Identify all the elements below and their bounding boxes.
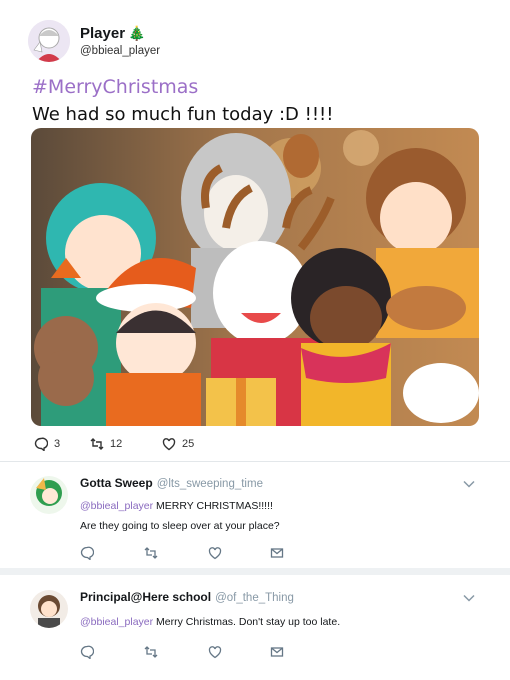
reply-icon [34,437,48,451]
divider [0,461,510,462]
tree-icon: 🎄 [128,25,146,41]
mention-link[interactable]: @bbieal_player [80,616,153,628]
reply-text: @bbieal_player Merry Christmas. Don't st… [80,616,341,628]
avatar[interactable] [28,20,70,62]
tweet-image[interactable] [31,128,479,426]
like-icon[interactable] [208,546,222,560]
reply-author[interactable]: Principal@Here school @of_the_Thing [80,590,294,604]
hashtag-link[interactable]: #MerryChristmas [32,76,198,98]
avatar[interactable] [30,590,68,628]
tweet-text: We had so much fun today :D !!!! [32,104,334,125]
reply-icon[interactable] [80,645,94,659]
reply-actions [80,546,290,560]
avatar[interactable] [30,476,68,514]
reply-button[interactable]: 3 [34,437,60,451]
like-icon [162,438,176,451]
like-button[interactable]: 25 [162,437,194,451]
message-icon[interactable] [270,546,284,560]
retweet-button[interactable]: 12 [90,437,122,451]
chevron-down-icon[interactable] [463,594,475,602]
retweet-icon [90,438,104,450]
author-name[interactable]: Player 🎄 [80,25,145,42]
chevron-down-icon[interactable] [463,480,475,488]
tweet-actions: 3 12 25 [34,437,334,453]
retweet-icon[interactable] [144,546,158,560]
author-handle[interactable]: @bbieal_player [80,45,160,57]
message-icon[interactable] [270,645,284,659]
like-icon[interactable] [208,645,222,659]
reply-text-line2: Are they going to sleep over at your pla… [80,520,280,532]
tweet-thread: Player 🎄 @bbieal_player #MerryChristmas W… [0,0,510,680]
reply-icon[interactable] [80,546,94,560]
reply-actions [80,645,290,659]
mention-link[interactable]: @bbieal_player [80,500,153,512]
reply-count: 3 [54,438,61,450]
thread-separator [0,568,510,575]
like-count: 25 [182,438,195,450]
reply-text: @bbieal_player MERRY CHRISTMAS!!!!! [80,500,273,512]
retweet-count: 12 [110,438,123,450]
retweet-icon[interactable] [144,645,158,659]
reply-author[interactable]: Gotta Sweep @lts_sweeping_time [80,476,263,490]
